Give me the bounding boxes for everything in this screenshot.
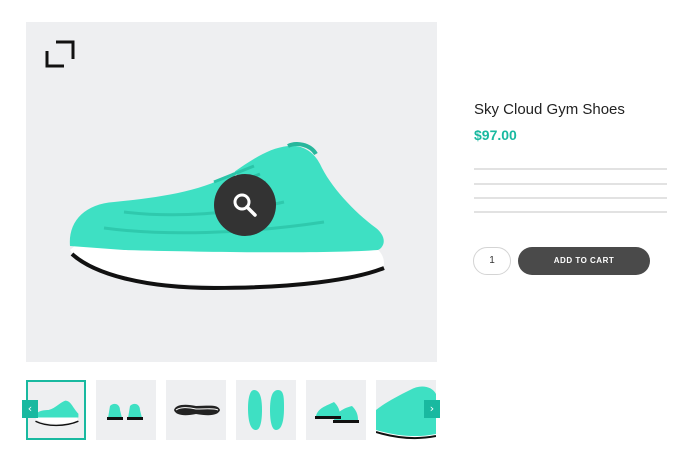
thumbnail-front-pair[interactable]	[96, 380, 156, 440]
main-product-image[interactable]	[26, 22, 437, 362]
thumbnail-angled-pair[interactable]	[306, 380, 366, 440]
description-placeholder-line	[474, 168, 667, 170]
product-title: Sky Cloud Gym Shoes	[474, 101, 625, 118]
carousel-prev-button[interactable]: ‹	[22, 400, 38, 418]
description-placeholder-line	[474, 183, 667, 185]
description-placeholder-line	[474, 197, 667, 199]
add-to-cart-button[interactable]: ADD TO CART	[518, 247, 650, 275]
description-placeholder-line	[474, 211, 667, 213]
zoom-button[interactable]	[214, 174, 276, 236]
quantity-input[interactable]: 1	[473, 247, 511, 275]
expand-icon[interactable]	[45, 40, 75, 68]
carousel-next-button[interactable]: ›	[424, 400, 440, 418]
magnifier-icon	[233, 193, 257, 217]
thumbnail-sole[interactable]	[166, 380, 226, 440]
thumbnail-top-pair[interactable]	[236, 380, 296, 440]
thumbnail-strip	[26, 380, 440, 441]
product-price: $97.00	[474, 127, 517, 143]
